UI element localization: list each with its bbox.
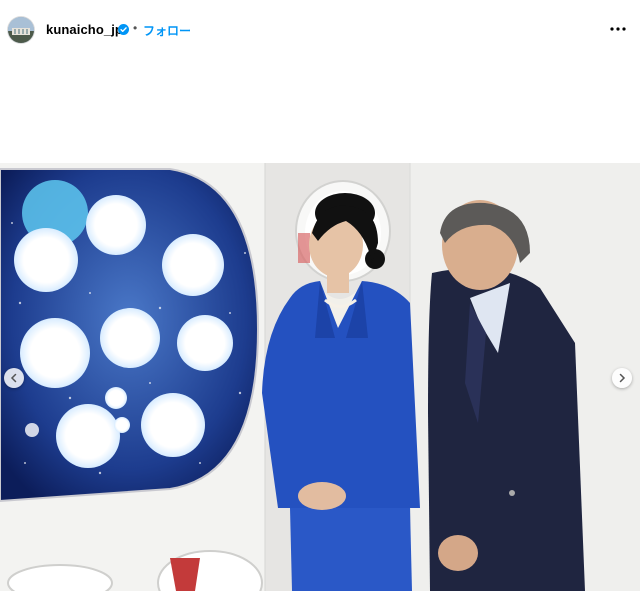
chevron-left-icon bbox=[10, 373, 17, 383]
post-header: kunaicho_jp • フォロー bbox=[0, 0, 640, 60]
avatar[interactable] bbox=[8, 17, 34, 43]
verified-badge-icon bbox=[118, 24, 129, 35]
follow-button[interactable]: フォロー bbox=[143, 22, 191, 39]
post-photo bbox=[0, 163, 640, 591]
photo-illustration bbox=[0, 163, 640, 591]
more-options-icon[interactable] bbox=[608, 17, 628, 41]
username-link[interactable]: kunaicho_jp bbox=[46, 22, 123, 37]
led-screen bbox=[0, 168, 260, 503]
carousel-next-button[interactable] bbox=[612, 368, 632, 388]
chevron-right-icon bbox=[619, 373, 626, 383]
carousel-prev-button[interactable] bbox=[4, 368, 24, 388]
avatar-image bbox=[8, 17, 34, 43]
separator-dot: • bbox=[133, 21, 138, 35]
